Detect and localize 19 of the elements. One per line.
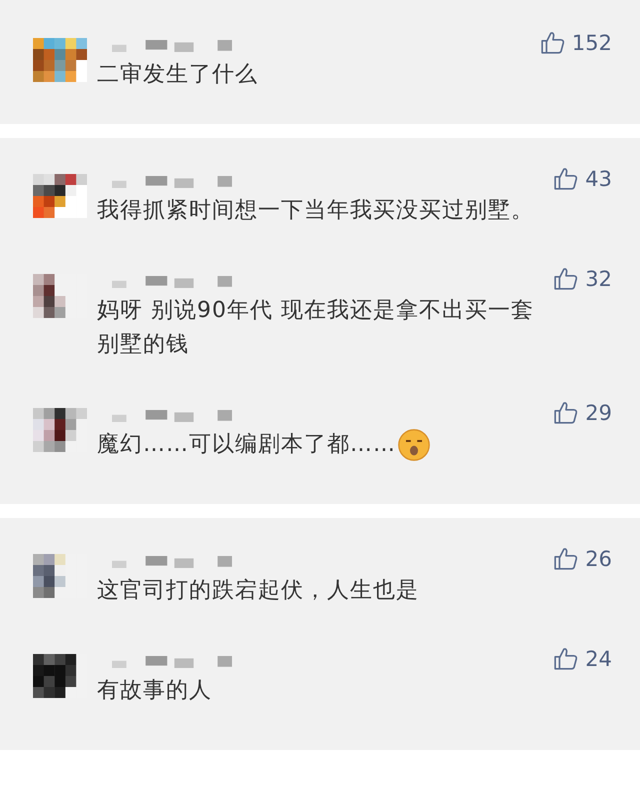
comment-text: 妈呀 别说90年代 现在我还是拿不出买一套别墅的钱 (97, 297, 535, 359)
comment-text: 魔幻……可以编剧本了都…… (97, 431, 396, 459)
emoji-icon (398, 429, 430, 461)
like-button[interactable]: 24 (553, 646, 612, 672)
comment-text: 二审发生了什么 (97, 61, 258, 89)
like-button[interactable]: 26 (553, 546, 612, 572)
like-button[interactable]: 32 (553, 266, 612, 292)
comment-text: 我得抓紧时间想一下当年我买没买过别墅。 (97, 197, 534, 225)
thumbs-up-icon (553, 166, 580, 192)
like-button[interactable]: 29 (553, 400, 612, 426)
thumbs-up-icon (553, 266, 580, 292)
like-button[interactable]: 43 (553, 166, 612, 192)
comment-text: 有故事的人 (97, 677, 212, 705)
thumbs-up-icon (553, 400, 580, 426)
thumbs-up-icon (553, 546, 580, 572)
comment-text: 这官司打的跌宕起伏，人生也是 (97, 577, 419, 605)
thumbs-up-icon (540, 30, 566, 56)
like-button[interactable]: 152 (540, 30, 612, 56)
thumbs-up-icon (553, 646, 580, 672)
